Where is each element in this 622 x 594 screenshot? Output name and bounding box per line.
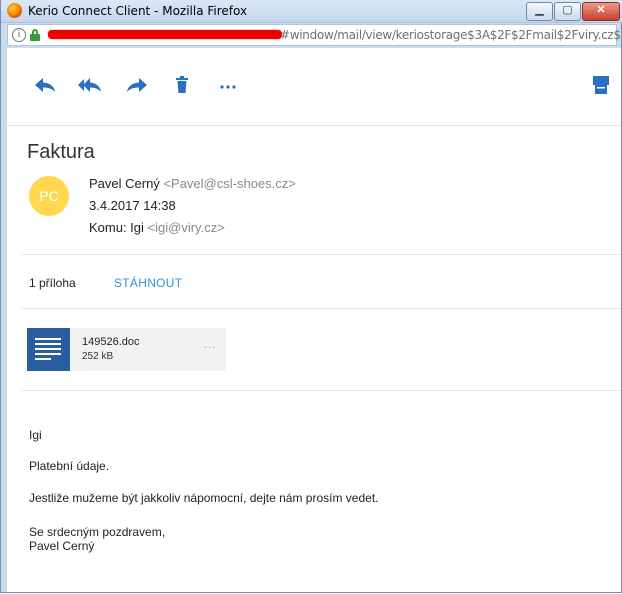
reply-all-icon[interactable]	[77, 75, 101, 95]
recipient-label: Komu: Igi	[89, 220, 144, 235]
print-icon[interactable]	[591, 74, 615, 94]
window-title: Kerio Connect Client - Mozilla Firefox	[28, 4, 248, 18]
divider	[21, 390, 621, 391]
delete-icon[interactable]	[175, 75, 199, 95]
body-greeting: Igi	[29, 428, 42, 442]
document-icon	[27, 328, 70, 371]
attachment-more-button[interactable]: ...	[204, 339, 216, 351]
attachment-card[interactable]: 149526.doc 252 kB ...	[27, 328, 226, 371]
redaction-mark	[48, 30, 282, 39]
body-closing: Se srdecným pozdravem,	[29, 525, 166, 539]
forward-icon[interactable]	[125, 75, 149, 95]
message-date: 3.4.2017 14:38	[89, 198, 176, 213]
reply-icon[interactable]	[33, 75, 57, 95]
sender-line[interactable]: Pavel Cerný <Pavel@csl-shoes.cz>	[89, 176, 296, 191]
body-line: Platební údaje.	[29, 459, 110, 473]
avatar: PC	[29, 176, 69, 216]
recipient-line: Komu: Igi <igi@viry.cz>	[89, 220, 225, 235]
recipient-email[interactable]: <igi@viry.cz>	[148, 220, 225, 235]
attachment-name: 149526.doc	[82, 336, 140, 348]
message-subject: Faktura	[27, 141, 95, 163]
download-button[interactable]: STÁHNOUT	[114, 276, 182, 290]
lock-icon[interactable]	[30, 29, 40, 41]
more-icon[interactable]	[219, 75, 243, 95]
close-window-button[interactable]: ✕	[582, 2, 620, 21]
divider	[21, 308, 621, 309]
divider	[21, 254, 621, 255]
body-line: Jestliže mužeme být jakkoliv nápomocní, …	[29, 491, 379, 505]
url-text[interactable]: #window/mail/view/keriostorage$3A$2F$2Fm…	[280, 28, 621, 42]
sender-email[interactable]: <Pavel@csl-shoes.cz>	[163, 176, 295, 191]
address-bar[interactable]: i #window/mail/view/keriostorage$3A$2F$2…	[7, 24, 621, 46]
maximize-button[interactable]: ▢	[554, 2, 581, 21]
mail-view: Faktura PC Pavel Cerný <Pavel@csl-shoes.…	[6, 48, 621, 592]
mail-toolbar	[7, 48, 621, 126]
minimize-button[interactable]: ▁	[526, 2, 553, 21]
title-bar: Kerio Connect Client - Mozilla Firefox ▁…	[1, 0, 622, 23]
attachment-count: 1 příloha	[29, 276, 76, 290]
info-icon[interactable]: i	[12, 28, 26, 42]
body-signature: Pavel Cerný	[29, 539, 95, 553]
attachment-size: 252 kB	[82, 351, 114, 362]
firefox-icon	[7, 3, 22, 18]
sender-name[interactable]: Pavel Cerný	[89, 176, 160, 191]
